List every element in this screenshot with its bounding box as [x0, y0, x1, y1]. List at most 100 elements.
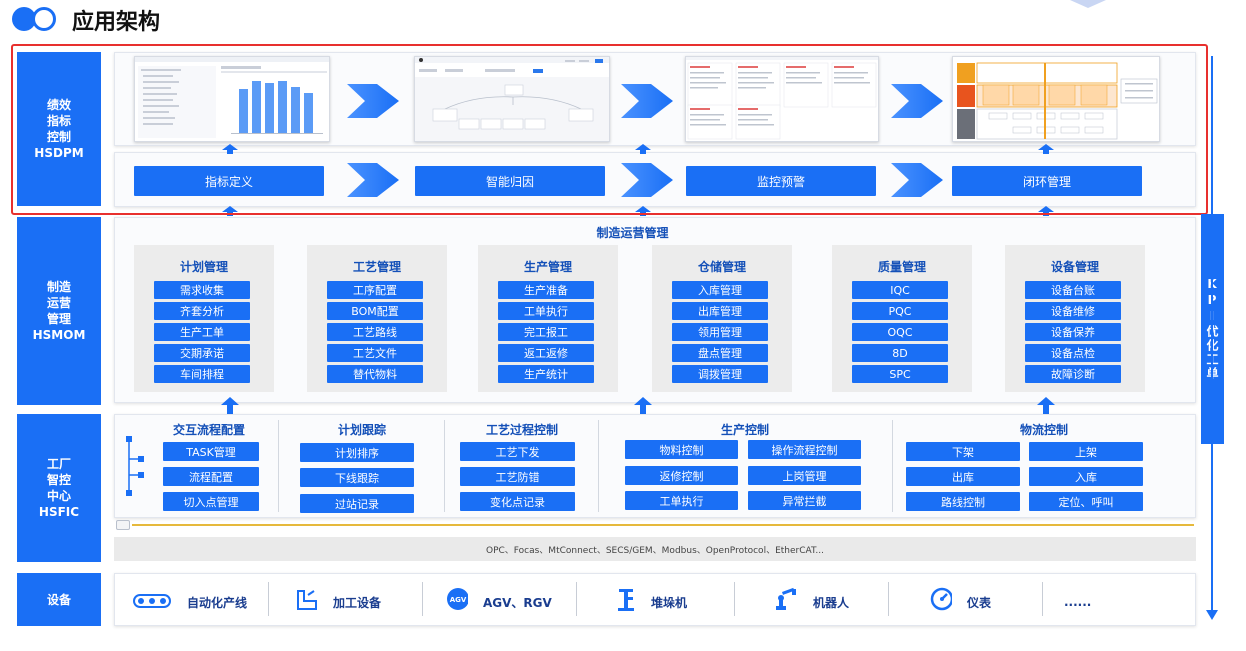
- fic-item-button[interactable]: 操作流程控制: [748, 440, 861, 459]
- fic-item-button[interactable]: 下线跟踪: [300, 468, 414, 487]
- fic-group-title: 物流控制: [1019, 423, 1068, 437]
- mom-item-button[interactable]: 生产统计: [498, 365, 594, 383]
- mom-item-button[interactable]: 故障诊断: [1025, 365, 1121, 383]
- fic-item-button[interactable]: 定位、呼叫: [1029, 492, 1143, 511]
- fic-item-button[interactable]: 异常拦截: [748, 491, 861, 510]
- device-divider: [888, 582, 889, 616]
- group-divider: [278, 420, 279, 512]
- mom-module-title: 工艺管理: [352, 260, 401, 274]
- mom-item-button[interactable]: PQC: [852, 302, 948, 320]
- layer-label-hsmom: 制造 运营 管理 HSMOM: [17, 217, 101, 405]
- mom-item-button[interactable]: 生产工单: [154, 323, 250, 341]
- fic-group-title: 工艺过程控制: [485, 423, 558, 437]
- mom-item-button[interactable]: 工序配置: [327, 281, 423, 299]
- mom-item-button[interactable]: 调拨管理: [672, 365, 768, 383]
- fic-item-button[interactable]: 工单执行: [625, 491, 738, 510]
- device-label: ......: [1064, 595, 1092, 609]
- device-label: 自动化产线: [187, 595, 248, 610]
- device-label: 堆垛机: [651, 595, 688, 610]
- mom-item-button[interactable]: BOM配置: [327, 302, 423, 320]
- mom-module-title: 质量管理: [877, 260, 926, 274]
- fic-item-button[interactable]: 返修控制: [625, 466, 738, 485]
- device-label: 机器人: [813, 595, 850, 610]
- mom-item-button[interactable]: 盘点管理: [672, 344, 768, 362]
- fic-item-button[interactable]: 工艺下发: [460, 442, 575, 461]
- group-divider: [598, 420, 599, 512]
- mom-item-button[interactable]: 完工报工: [498, 323, 594, 341]
- fic-item-button[interactable]: 切入点管理: [163, 492, 259, 511]
- mom-item-button[interactable]: 8D: [852, 344, 948, 362]
- fic-item-button[interactable]: 上架: [1029, 442, 1143, 461]
- bus-line: [132, 524, 1194, 526]
- device-label: 仪表: [967, 595, 992, 610]
- mom-item-button[interactable]: 领用管理: [672, 323, 768, 341]
- mom-item-button[interactable]: 工艺路线: [327, 323, 423, 341]
- device-divider: [422, 582, 423, 616]
- mom-item-button[interactable]: 设备点检: [1025, 344, 1121, 362]
- tree-icon: [126, 436, 144, 496]
- mom-module-title: 仓储管理: [697, 260, 746, 274]
- mom-item-button[interactable]: 工单执行: [498, 302, 594, 320]
- kpi-arrow-head-icon: [1206, 610, 1218, 620]
- device-divider: [1042, 582, 1043, 616]
- protocol-bar: OPC、Focas、MtConnect、SECS/GEM、Modbus、Open…: [114, 537, 1196, 561]
- mom-item-button[interactable]: 替代物料: [327, 365, 423, 383]
- mom-item-button[interactable]: 生产准备: [498, 281, 594, 299]
- svg-text:AGV: AGV: [450, 596, 467, 604]
- device-divider: [734, 582, 735, 616]
- mom-item-button[interactable]: 出库管理: [672, 302, 768, 320]
- fic-item-button[interactable]: 下架: [906, 442, 1020, 461]
- fic-item-button[interactable]: 流程配置: [163, 467, 259, 486]
- fic-item-button[interactable]: 物料控制: [625, 440, 738, 459]
- mom-item-button[interactable]: 设备维修: [1025, 302, 1121, 320]
- agv-icon: AGV: [447, 588, 468, 610]
- layer-label-hsfic: 工厂 智控 中心 HSFIC: [17, 414, 101, 562]
- fic-item-button[interactable]: TASK管理: [163, 442, 259, 461]
- fic-item-button[interactable]: 出库: [906, 467, 1020, 486]
- fic-item-button[interactable]: 路线控制: [906, 492, 1020, 511]
- fic-item-button[interactable]: 上岗管理: [748, 466, 861, 485]
- device-divider: [576, 582, 577, 616]
- stacker-icon: [618, 589, 634, 611]
- group-divider: [892, 420, 893, 512]
- connector-icon: [116, 520, 130, 530]
- mom-item-button[interactable]: 返工返修: [498, 344, 594, 362]
- mom-module-title: 设备管理: [1050, 260, 1099, 274]
- mom-item-button[interactable]: 工艺文件: [327, 344, 423, 362]
- mom-item-button[interactable]: OQC: [852, 323, 948, 341]
- mom-item-button[interactable]: 交期承诺: [154, 344, 250, 362]
- group-divider: [444, 420, 445, 512]
- device-divider: [268, 582, 269, 616]
- mom-module-title: 生产管理: [523, 260, 572, 274]
- mom-item-button[interactable]: 需求收集: [154, 281, 250, 299]
- layer-label-device: 设备: [17, 573, 101, 626]
- mom-item-button[interactable]: 入库管理: [672, 281, 768, 299]
- mom-item-button[interactable]: 车间排程: [154, 365, 250, 383]
- machine-tool-icon: [297, 590, 317, 610]
- mom-item-button[interactable]: 齐套分析: [154, 302, 250, 320]
- gauge-icon: [930, 587, 952, 611]
- fic-item-button[interactable]: 计划排序: [300, 443, 414, 462]
- hsdpm-highlight-frame: [11, 44, 1208, 215]
- robot-arm-icon: [776, 587, 796, 610]
- fic-item-button[interactable]: 过站记录: [300, 494, 414, 513]
- kpi-arrow-line: [1211, 56, 1213, 616]
- fic-group-title: 交互流程配置: [172, 423, 245, 437]
- mom-item-button[interactable]: IQC: [852, 281, 948, 299]
- device-label: 加工设备: [333, 595, 382, 610]
- mom-item-button[interactable]: SPC: [852, 365, 948, 383]
- fic-item-button[interactable]: 工艺防错: [460, 467, 575, 486]
- logo-icon: [1070, 0, 1106, 8]
- conveyor-icon: [133, 594, 171, 608]
- fic-item-button[interactable]: 入库: [1029, 467, 1143, 486]
- title-toggle-icon: [12, 7, 56, 31]
- mom-title: 制造运营管理: [596, 226, 669, 240]
- fic-item-button[interactable]: 变化点记录: [460, 492, 575, 511]
- fic-group-title: 计划跟踪: [337, 423, 386, 437]
- mom-module-title: 计划管理: [179, 260, 228, 274]
- mom-item-button[interactable]: 设备保养: [1025, 323, 1121, 341]
- fic-group-title: 生产控制: [720, 423, 769, 437]
- page-title: 应用架构: [72, 10, 161, 35]
- device-label: AGV、RGV: [483, 595, 552, 610]
- mom-item-button[interactable]: 设备台账: [1025, 281, 1121, 299]
